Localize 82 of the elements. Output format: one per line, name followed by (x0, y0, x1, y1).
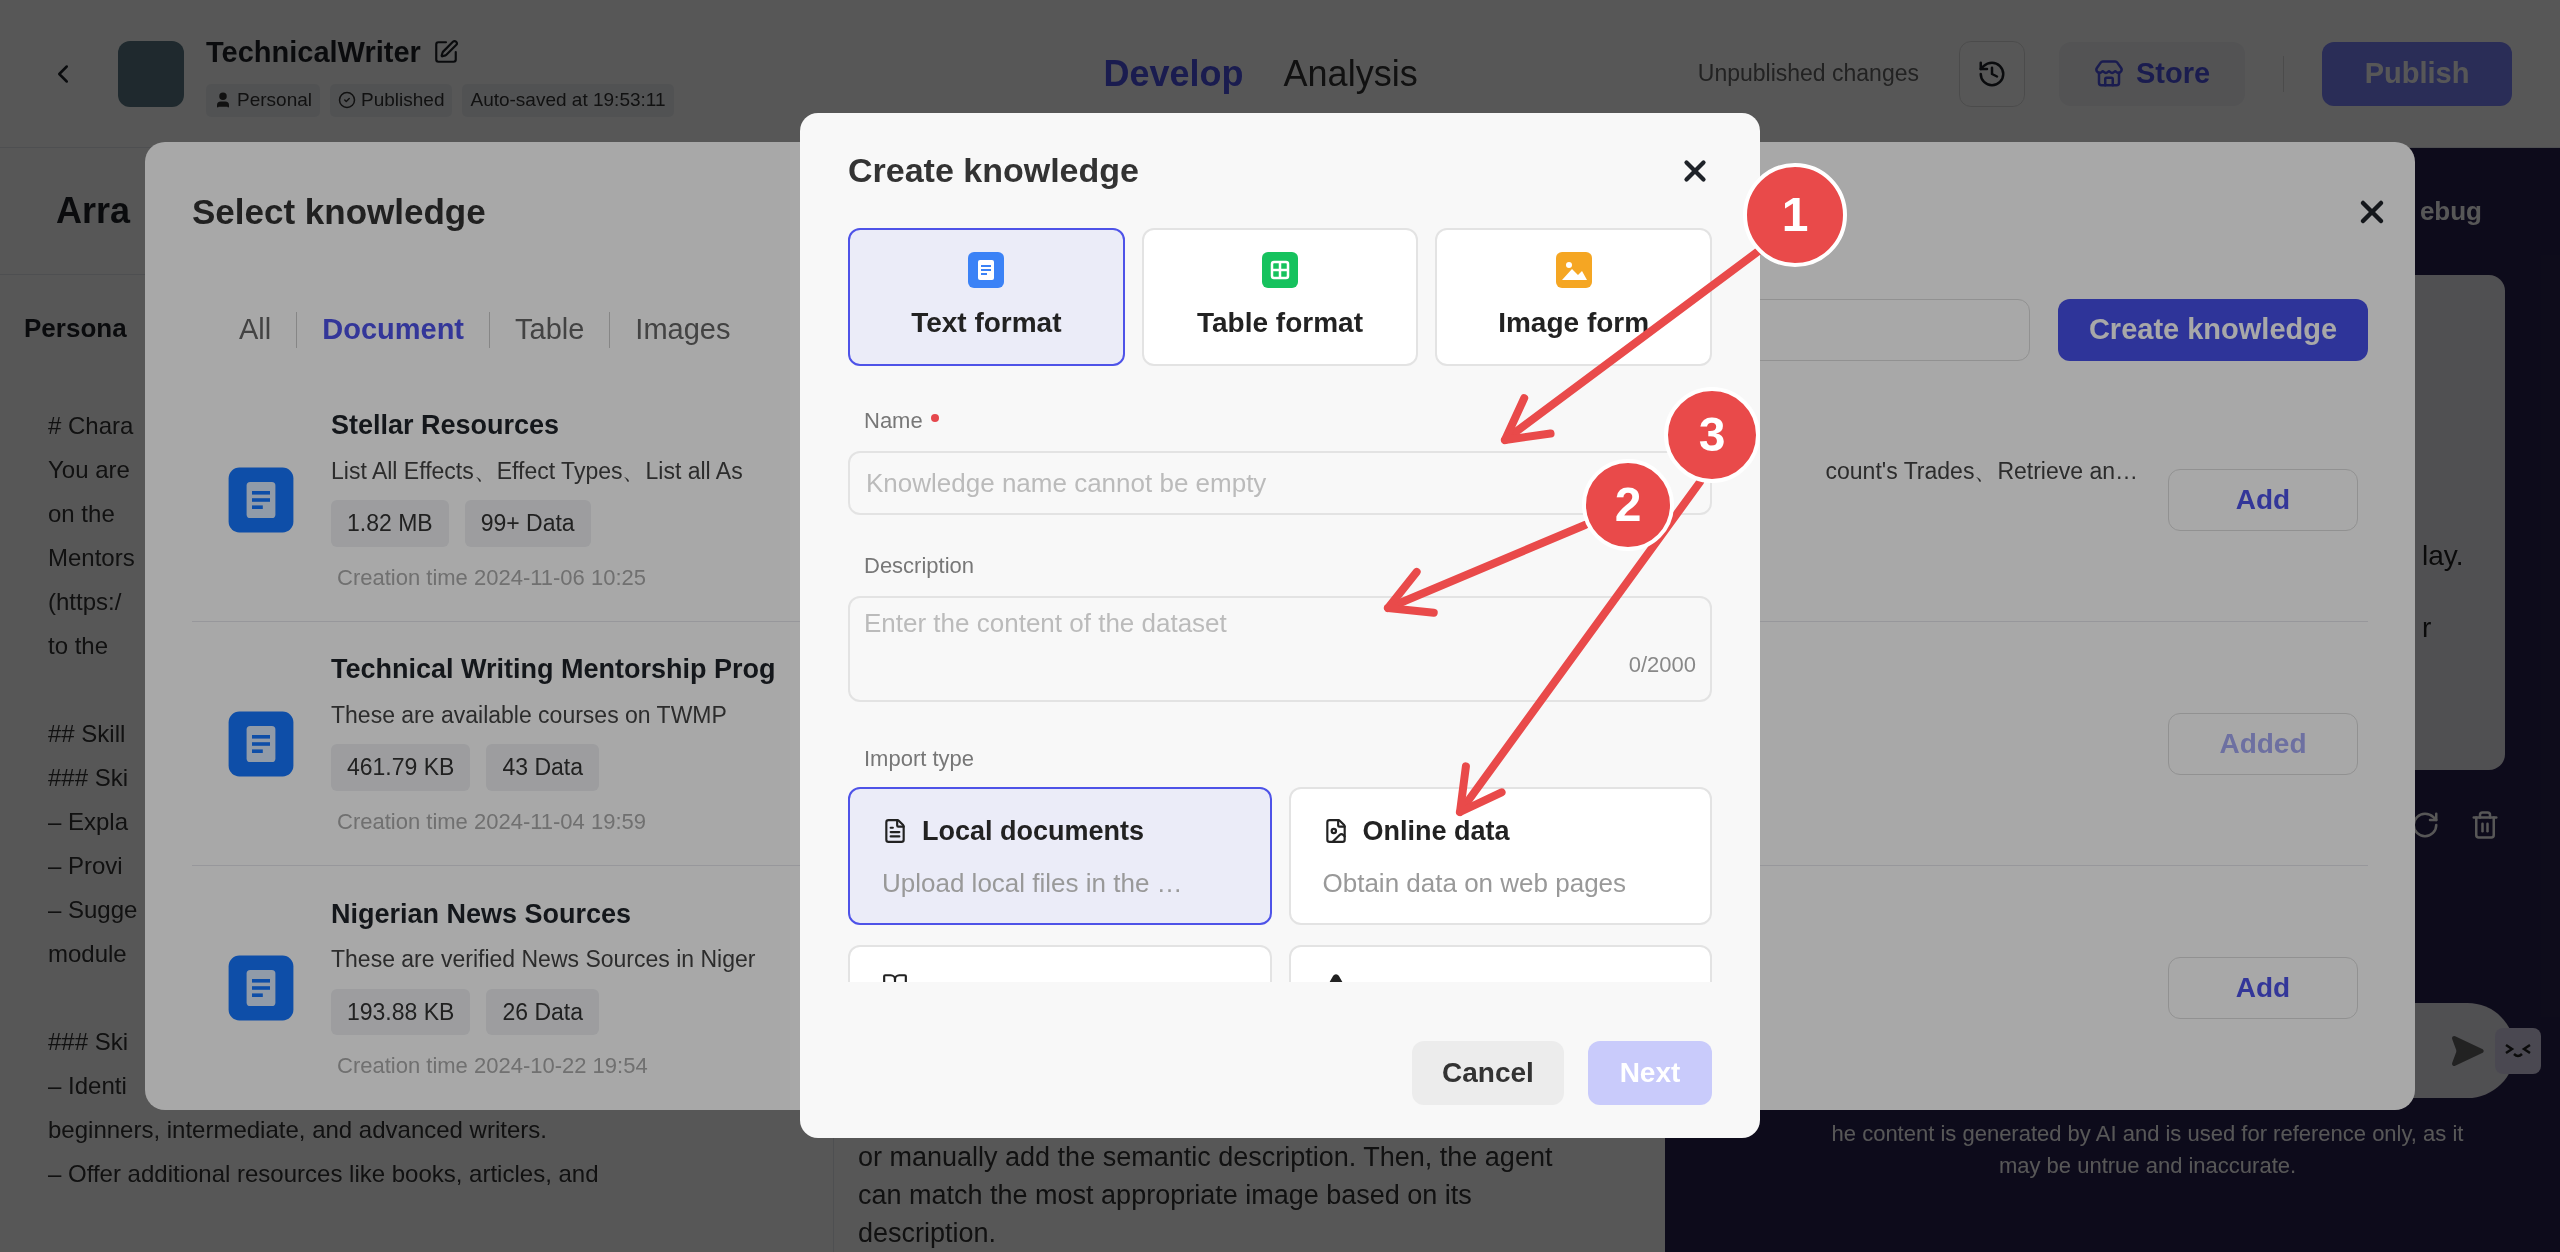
knowledge-description: These are available courses on TWMP (331, 700, 727, 730)
mode-tab[interactable]: Analysis (1283, 46, 1418, 101)
prompt-text-line: (https:/ (48, 587, 122, 617)
history-button[interactable] (1959, 40, 2025, 107)
person-icon (214, 91, 232, 110)
knowledge-description: These are verified News Sources in Niger (331, 945, 756, 975)
prompt-text-line: beginners, intermediate, and advanced writers. (48, 1115, 547, 1145)
add-button[interactable]: Add (2168, 957, 2358, 1019)
prompt-text-line: – Offer additional resources like books, articles, and (48, 1159, 599, 1189)
description-text-line: description. (858, 1217, 997, 1250)
dialog-title: Select knowledge (192, 190, 486, 233)
count-tag: 99+ Data (464, 500, 591, 547)
type-tab[interactable]: Document (322, 308, 465, 352)
format-option[interactable]: Text format (848, 228, 1125, 366)
bot-avatar (118, 40, 184, 107)
file-icon (882, 818, 908, 845)
image-file-icon (1553, 250, 1594, 290)
field-label: Name (864, 407, 923, 435)
prompt-text-line: to the (48, 631, 109, 661)
description-text-line: or manually add the semantic description. Then, the agent (858, 1141, 1553, 1174)
knowledge-name: Nigerian News Sources (331, 897, 632, 931)
description-input[interactable]: Enter the content of the dataset (864, 604, 1696, 648)
type-tab[interactable]: Table (515, 308, 585, 352)
status-tag: Published (330, 84, 453, 117)
message-text: r (2422, 611, 2432, 645)
import-option[interactable]: Online data Obtain data on web pages (1288, 787, 1712, 925)
panel-title: Arra (56, 189, 131, 233)
prompt-text-line: ### Ski (48, 1027, 129, 1057)
face-icon[interactable] (2495, 1027, 2541, 1074)
panel-title: ebug (2419, 195, 2482, 228)
document-icon (966, 250, 1007, 290)
status-tag: Personal (206, 84, 320, 117)
create-knowledge-button[interactable]: Create knowledge (2058, 298, 2368, 361)
cancel-button[interactable]: Cancel (1412, 1041, 1564, 1105)
disclaimer-text: may be untrue and inaccurate. (1998, 1152, 2297, 1180)
prompt-text-line: # Chara (48, 411, 134, 441)
prompt-text-line: You are (48, 455, 130, 485)
type-tab[interactable]: All (239, 308, 272, 352)
trash-icon[interactable] (2470, 810, 2500, 840)
count-tag: 43 Data (486, 744, 599, 791)
creation-time: Creation time 2024-11-04 19:59 (337, 807, 646, 836)
prompt-text-line: Mentors (48, 543, 135, 573)
knowledge-name: Technical Writing Mentorship Prog (331, 653, 776, 687)
import-option[interactable]: Local documents Upload local files in the … (848, 787, 1272, 925)
prompt-text-line: on the (48, 499, 115, 529)
knowledge-description: List All Effects、Effect Types、List all As (331, 456, 743, 486)
section-title: Persona (24, 312, 127, 345)
mode-tab[interactable]: Develop (1103, 46, 1244, 101)
prompt-text-line: module (48, 939, 127, 969)
add-button[interactable]: Add (2168, 468, 2358, 531)
edit-icon[interactable] (432, 39, 459, 66)
table-file-icon (1260, 250, 1300, 290)
knowledge-name: Stellar Resources (331, 409, 560, 443)
message-text: lay. (2422, 539, 2464, 573)
character-counter: 0/2000 (1628, 651, 1696, 679)
size-tag: 461.79 KB (331, 744, 471, 791)
prompt-text-line: ### Ski (48, 763, 129, 793)
description-text-line: can match the most appropriate image based on its (858, 1179, 1472, 1212)
count-tag: 26 Data (486, 988, 599, 1036)
format-option[interactable]: Table format (1141, 228, 1419, 366)
size-tag: 193.88 KB (331, 988, 471, 1036)
prompt-text-line: ## Skill (48, 719, 126, 749)
field-label: Description (864, 552, 975, 580)
store-icon[interactable] (2093, 58, 2124, 89)
creation-time: Creation time 2024-10-22 19:54 (337, 1052, 648, 1081)
prompt-text-line: – Provi (48, 851, 123, 881)
knowledge-description: count's Trades、Retrieve an… (1825, 456, 2138, 486)
status-tag: Auto-saved at 19:53:11 (462, 84, 674, 117)
type-tab[interactable]: Images (635, 308, 731, 352)
dialog-title: Create knowledge (848, 150, 1139, 191)
size-tag: 1.82 MB (331, 500, 449, 547)
check-circle-icon (338, 91, 356, 110)
description-field[interactable]: Enter the content of the dataset 0/2000 (848, 596, 1712, 702)
prompt-text-line: – Sugge (48, 895, 138, 925)
bot-title: TechnicalWriter (206, 34, 421, 70)
creation-time: Creation time 2024-11-06 10:25 (337, 563, 646, 592)
required-icon (930, 413, 939, 422)
prompt-text-line: – Identi (48, 1071, 127, 1101)
disclaimer-text: he content is generated by AI and is used for reference only, as it (1831, 1120, 2464, 1148)
format-option[interactable]: Image form (1435, 228, 1712, 366)
prompt-text-line: – Expla (48, 807, 129, 837)
field-label: Import type (864, 745, 975, 773)
